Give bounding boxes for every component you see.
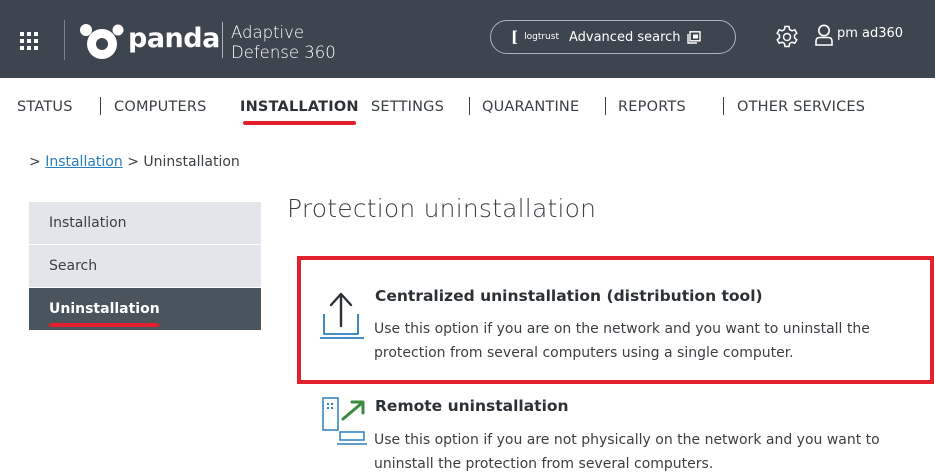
gear-icon[interactable] xyxy=(775,25,799,49)
product-name-line1: Adaptive xyxy=(231,23,305,42)
main-nav: STATUS COMPUTERS INSTALLATION SETTINGS Q… xyxy=(0,91,935,125)
breadcrumb-current: Uninstallation xyxy=(143,154,240,170)
breadcrumb: > Installation > Uninstallation xyxy=(29,154,240,170)
product-name-line2: Defense 360 xyxy=(231,43,336,62)
remote-computer-icon[interactable] xyxy=(322,392,374,452)
breadcrumb-separator: > xyxy=(127,154,139,170)
nav-separator xyxy=(100,97,101,115)
user-name[interactable]: pm ad360 xyxy=(837,26,903,41)
header-divider xyxy=(64,20,65,60)
nav-status[interactable]: STATUS xyxy=(17,99,73,115)
option-remote-description: Use this option if you are not physicall… xyxy=(374,428,880,476)
nav-separator xyxy=(469,97,470,115)
breadcrumb-separator: > xyxy=(29,154,41,170)
sidebar-item-installation[interactable]: Installation xyxy=(29,202,261,245)
breadcrumb-link-installation[interactable]: Installation xyxy=(45,154,123,170)
page-title: Protection uninstallation xyxy=(287,194,597,223)
upload-icon[interactable] xyxy=(318,290,372,342)
apps-grid-icon xyxy=(20,32,38,50)
option-remote-title[interactable]: Remote uninstallation xyxy=(375,397,569,415)
option-remote-description-line1: Use this option if you are not physicall… xyxy=(374,432,880,448)
nav-quarantine[interactable]: QUARANTINE xyxy=(482,99,579,115)
nav-settings[interactable]: SETTINGS xyxy=(371,99,444,115)
external-link-icon xyxy=(686,30,701,44)
brand-name: panda xyxy=(128,23,220,54)
nav-reports[interactable]: REPORTS xyxy=(618,99,686,115)
nav-other-services[interactable]: OTHER SERVICES xyxy=(737,99,865,115)
sidebar: Installation Search Uninstallation xyxy=(29,202,261,331)
advanced-search-button[interactable]: [ logtrust Advanced search xyxy=(490,20,736,54)
nav-installation[interactable]: INSTALLATION xyxy=(240,99,359,115)
nav-active-indicator xyxy=(243,121,356,125)
option-centralized-title[interactable]: Centralized uninstallation (distribution… xyxy=(375,287,763,305)
nav-computers[interactable]: COMPUTERS xyxy=(114,99,207,115)
logtrust-logo-icon: [ xyxy=(511,28,519,46)
nav-separator xyxy=(723,97,724,115)
nav-separator xyxy=(605,97,606,115)
option-centralized-description-line2: protection from several computers using … xyxy=(374,345,794,361)
top-bar: panda Adaptive Defense 360 [ logtrust Ad… xyxy=(0,0,935,78)
user-icon[interactable] xyxy=(815,24,833,46)
sidebar-active-indicator xyxy=(49,323,159,327)
option-remote-description-line2: uninstall the protection from several co… xyxy=(374,456,714,472)
option-centralized-description-line1: Use this option if you are on the networ… xyxy=(374,321,870,337)
option-centralized-description: Use this option if you are on the networ… xyxy=(374,317,870,365)
product-name: Adaptive Defense 360 xyxy=(231,23,336,63)
brand-divider xyxy=(222,22,223,58)
apps-grid-button[interactable] xyxy=(12,24,52,58)
panda-logo-icon xyxy=(80,24,124,59)
sidebar-item-search[interactable]: Search xyxy=(29,245,261,288)
logtrust-logo-text: logtrust xyxy=(524,32,559,42)
advanced-search-label: Advanced search xyxy=(568,29,681,45)
